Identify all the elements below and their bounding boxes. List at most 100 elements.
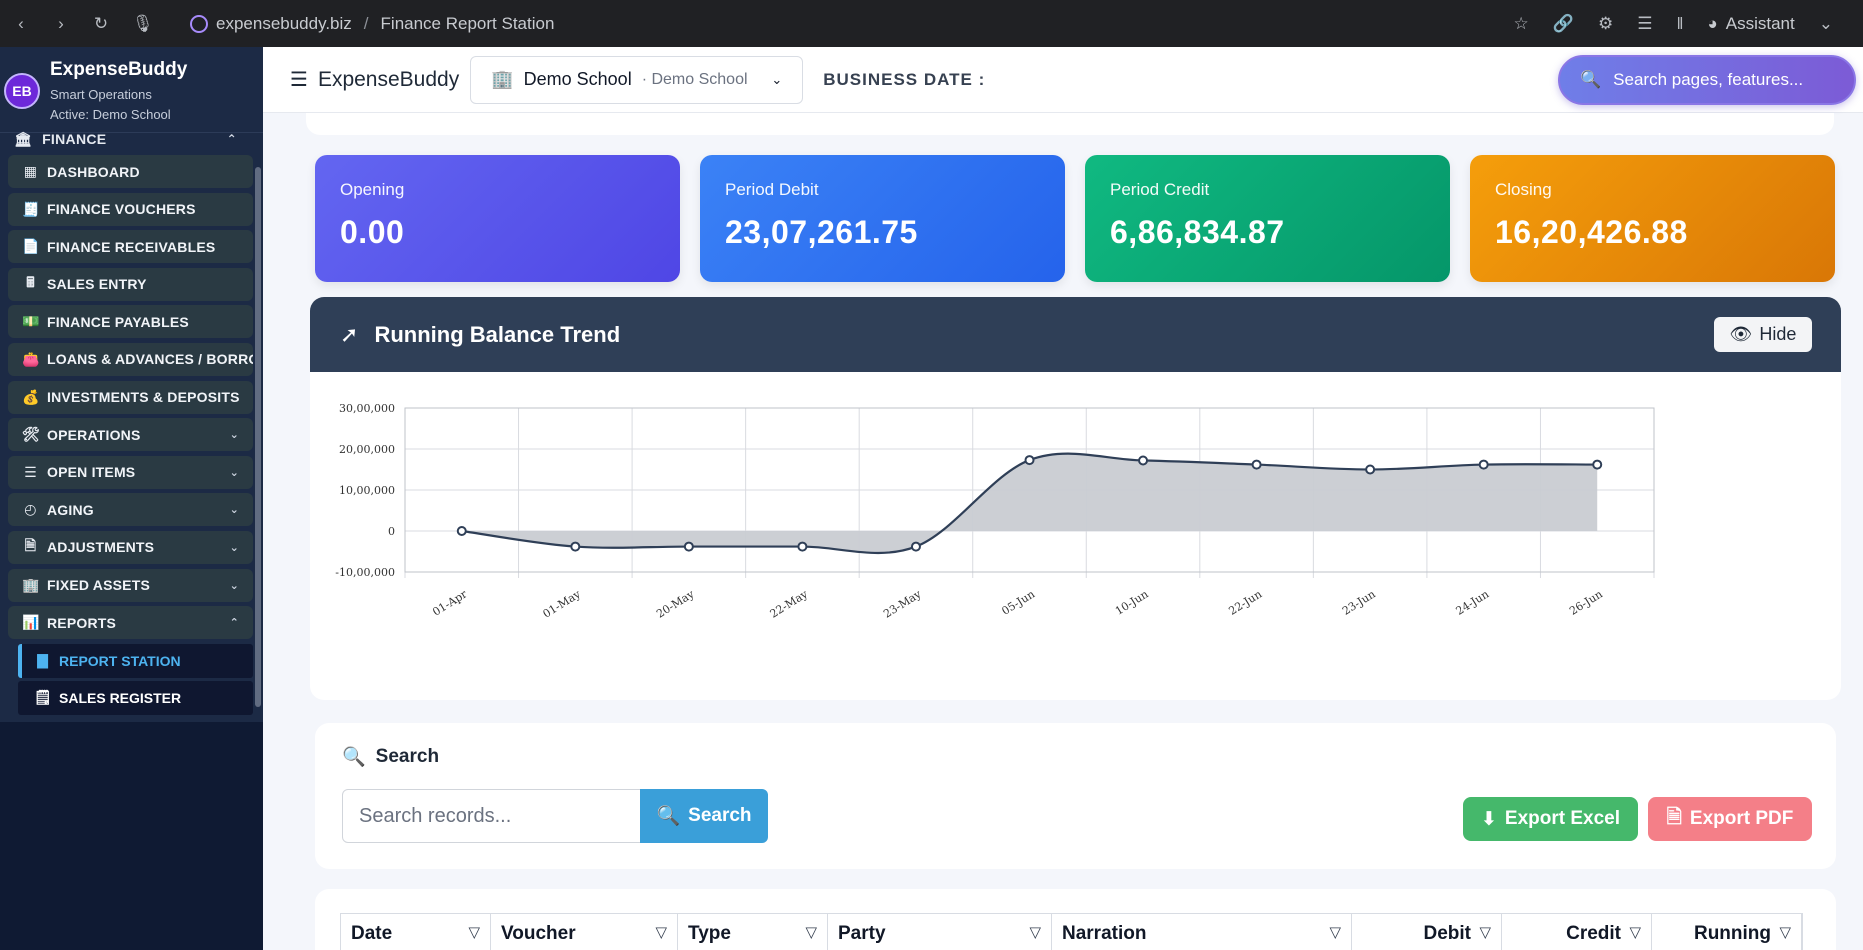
extensions-icon[interactable]: ⚙ [1598, 14, 1613, 34]
column-header-party[interactable]: Party ▽ [828, 914, 1052, 950]
url-domain: expensebuddy.biz [216, 13, 352, 33]
sidebar-brand: EB ExpenseBuddy Smart Operations Active:… [0, 47, 263, 133]
sidebar-scrollbar[interactable] [255, 167, 261, 707]
sidebar-item-fixed-assets[interactable]: 🏢 FIXED ASSETS ⌄ [8, 568, 253, 602]
stat-card-opening: Opening 0.00 [315, 155, 680, 282]
x-tick-label: 01-May [541, 587, 584, 621]
sidebar-item-sales-entry[interactable]: 🖩 SALES ENTRY [8, 267, 253, 301]
url-separator: / [363, 13, 369, 33]
chevron-down-icon: ⌄ [771, 71, 783, 87]
sidebar-item-open-items[interactable]: ☰ OPEN ITEMS ⌄ [8, 455, 253, 489]
sidebar-item-operations[interactable]: 🛠 OPERATIONS ⌄ [8, 418, 253, 452]
brand-name: ExpenseBuddy [50, 59, 188, 80]
forward-icon[interactable]: › [52, 14, 70, 34]
global-search[interactable]: 🔍 Search pages, features... [1558, 54, 1856, 105]
column-header-credit[interactable]: Credit ▽ [1502, 914, 1652, 950]
hide-label: Hide [1759, 324, 1797, 344]
filter-icon[interactable]: ▽ [1779, 923, 1791, 941]
address-bar[interactable]: expensebuddy.biz / Finance Report Statio… [190, 14, 554, 34]
clock-icon: ◴ [24, 501, 37, 518]
hide-chart-button[interactable]: 👁 Hide [1714, 317, 1812, 352]
x-tick-label: 22-Jun [1227, 588, 1265, 618]
filter-icon[interactable]: ▽ [805, 923, 817, 941]
filter-icon[interactable]: ▽ [1029, 923, 1041, 941]
stat-label: Opening [340, 180, 405, 199]
x-tick-label: 10-Jun [1113, 588, 1151, 618]
column-header-date[interactable]: Date ▽ [341, 914, 491, 950]
star-icon[interactable]: ☆ [1514, 14, 1529, 34]
data-point [797, 541, 808, 552]
sidebar-item-dashboard[interactable]: ▦ DASHBOARD [8, 155, 253, 188]
school-selector[interactable]: 🏢 Demo School · Demo School ⌄ [470, 55, 804, 104]
chevron-down-icon[interactable]: ⌄ [1819, 14, 1833, 34]
sidebar-item-finance-vouchers[interactable]: 🧾 FINANCE VOUCHERS [8, 192, 253, 226]
column-header-running[interactable]: Running ▽ [1652, 914, 1802, 950]
file-invoice-icon: 📄 [22, 238, 40, 255]
hamburger-icon[interactable]: ☰ [290, 67, 308, 92]
data-point [683, 541, 694, 552]
export-excel-button[interactable]: ⬇ Export Excel [1463, 797, 1638, 841]
column-header-voucher[interactable]: Voucher ▽ [491, 914, 678, 950]
assistant-button[interactable]: ◕ Assistant [1707, 14, 1794, 34]
data-point [456, 526, 467, 536]
school-sub: · Demo School [641, 70, 748, 88]
search-title: 🔍 Search [342, 745, 439, 769]
reading-list-icon[interactable]: ☰ [1637, 14, 1652, 34]
stat-label: Closing [1495, 180, 1552, 199]
sidebar-section-finance[interactable]: 🏛 FINANCE ⌃ [0, 129, 263, 149]
export-pdf-button[interactable]: 🗎 Export PDF [1648, 797, 1812, 841]
assistant-label: Assistant [1725, 13, 1795, 33]
column-header-type[interactable]: Type ▽ [678, 914, 828, 950]
sidebar-item-label: LOANS & ADVANCES / BORRO [47, 351, 253, 368]
app-name: ExpenseBuddy [317, 67, 460, 91]
chevron-down-icon: ⌄ [229, 504, 239, 517]
x-tick-label: 05-Jun [999, 588, 1037, 618]
search-button[interactable]: 🔍 Search [640, 789, 768, 843]
column-header-debit[interactable]: Debit ▽ [1352, 914, 1502, 950]
sidebar-item-label: AGING [47, 501, 94, 518]
x-tick-label: 23-Jun [1340, 588, 1378, 618]
eye-slash-icon: 👁 [1729, 324, 1753, 344]
browser-toolbar: ‹ › ↻ 🎙 expensebuddy.biz / Finance Repor… [0, 0, 1863, 47]
sidebar-item-finance-payables[interactable]: 💵 FINANCE PAYABLES [8, 305, 253, 339]
sidebar-item-adjustments[interactable]: 🗎 ADJUSTMENTS ⌄ [8, 530, 253, 564]
x-tick-label: 01-Apr [430, 587, 470, 619]
filter-icon[interactable]: ▽ [1479, 923, 1491, 941]
sidebar-item-investments-deposits[interactable]: 💰 INVESTMENTS & DEPOSITS [8, 380, 253, 414]
microphone-icon[interactable]: 🎙 [132, 14, 154, 34]
column-header-label: Date [351, 923, 393, 944]
sidebar-item-aging[interactable]: ◴ AGING ⌄ [8, 493, 253, 527]
reload-icon[interactable]: ↻ [92, 14, 110, 34]
sidebar-subitem-report-station[interactable]: ▇ REPORT STATION [18, 643, 253, 678]
sidebar-subitem-sales-register[interactable]: 🗒 SALES REGISTER [18, 680, 253, 715]
chart-area: -10,00,000 0 10,00,000 20,00,000 30,00,000 01… [315, 372, 1834, 695]
audio-icon[interactable]: ‖ [1676, 14, 1683, 34]
search-records-input[interactable]: Search records... [342, 789, 642, 843]
export-excel-label: Export Excel [1504, 808, 1621, 829]
column-header-narration[interactable]: Narration ▽ [1052, 914, 1352, 950]
business-date-label: BUSINESS DATE : [823, 69, 986, 89]
running-balance-card: ➚ Running Balance Trend 👁 Hide -10,00,00… [310, 297, 1841, 700]
stat-label: Period Credit [1110, 180, 1210, 199]
money-bill-icon: 💵 [22, 313, 40, 330]
data-point [910, 541, 921, 552]
data-point [1138, 455, 1149, 466]
sidebar-item-reports[interactable]: 📊 REPORTS ⌃ [8, 606, 253, 640]
column-header-label: Type [688, 923, 731, 944]
piggy-bank-icon: 💰 [22, 388, 40, 405]
filter-icon[interactable]: ▽ [1329, 923, 1341, 941]
chart-title: Running Balance Trend [374, 321, 621, 347]
link-icon[interactable]: 🔗 [1553, 14, 1574, 34]
sidebar-item-label: FINANCE PAYABLES [47, 313, 189, 330]
back-icon[interactable]: ‹ [12, 14, 30, 34]
global-search-placeholder: Search pages, features... [1613, 69, 1804, 89]
sidebar-item-loans-advances-borro[interactable]: 👛 LOANS & ADVANCES / BORRO [8, 342, 253, 376]
filter-icon[interactable]: ▽ [468, 923, 480, 941]
sidebar-item-finance-receivables[interactable]: 📄 FINANCE RECEIVABLES [8, 230, 253, 264]
filter-icon[interactable]: ▽ [1629, 923, 1641, 941]
url-path: Finance Report Station [380, 13, 555, 33]
filter-icon[interactable]: ▽ [655, 923, 667, 941]
search-icon: 🔍 [656, 806, 681, 827]
bank-icon: 🏛 [14, 130, 33, 147]
x-tick-label: 24-Jun [1454, 588, 1492, 618]
